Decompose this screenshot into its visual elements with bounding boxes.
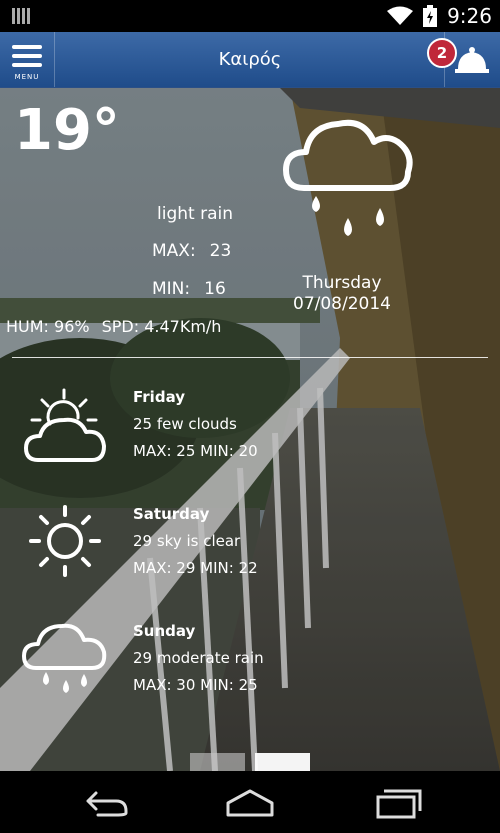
bell-icon: [455, 47, 489, 73]
signal-bars-icon: [12, 8, 30, 24]
navigation-bar: [0, 771, 500, 833]
current-date: 07/08/2014: [293, 294, 391, 314]
forecast-description: 29 moderate rain: [133, 649, 264, 667]
app-bar: MENU Καιρός 2: [0, 32, 500, 88]
humidity-speed: HUM: 96% SPD: 4.47Km/h: [6, 317, 221, 336]
forecast-description: 29 sky is clear: [133, 532, 241, 550]
max-value: 23: [209, 241, 232, 261]
forecast-minmax: MAX: 25 MIN: 20: [133, 442, 258, 460]
forecast-day: Sunday: [133, 622, 196, 640]
forecast-day: Friday: [133, 388, 186, 406]
current-min: MIN: 16: [152, 279, 226, 299]
sun-icon: [29, 505, 101, 577]
page-title: Καιρός: [218, 49, 282, 70]
partly-cloudy-icon: [24, 388, 106, 462]
forecast-item: Friday 25 few clouds MAX: 25 MIN: 20: [0, 388, 500, 498]
current-day: Thursday: [302, 273, 382, 293]
page-dot[interactable]: [190, 753, 245, 771]
wind-speed: SPD: 4.47Km/h: [101, 317, 222, 336]
status-bar: 9:26: [0, 0, 500, 32]
forecast-minmax: MAX: 30 MIN: 25: [133, 676, 258, 694]
humidity: HUM: 96%: [6, 317, 90, 336]
back-icon[interactable]: [74, 785, 134, 821]
clock: 9:26: [447, 4, 492, 28]
forecast-item: Saturday 29 sky is clear MAX: 29 MIN: 22: [0, 505, 500, 615]
current-temperature: 19°: [14, 98, 120, 163]
page-dot-active[interactable]: [255, 753, 310, 771]
current-max: MAX: 23: [152, 241, 231, 261]
menu-label: MENU: [14, 73, 40, 81]
forecast-item: Sunday 29 moderate rain MAX: 30 MIN: 25: [0, 622, 500, 732]
min-value: 16: [204, 279, 226, 299]
recents-icon[interactable]: [366, 785, 426, 821]
page-indicator: [190, 753, 310, 771]
battery-icon: [423, 5, 438, 27]
current-description: light rain: [157, 204, 233, 224]
wifi-icon: [387, 6, 414, 25]
min-label: MIN:: [152, 279, 191, 299]
current-day-date: Thursday 07/08/2014: [272, 273, 412, 315]
forecast-description: 25 few clouds: [133, 415, 237, 433]
max-label: MAX:: [152, 241, 196, 261]
rain-cloud-icon: [22, 623, 107, 693]
home-icon[interactable]: [220, 785, 280, 821]
forecast-minmax: MAX: 29 MIN: 22: [133, 559, 258, 577]
notifications-button[interactable]: 2: [427, 32, 500, 87]
rain-cloud-icon: [283, 119, 413, 236]
divider: [12, 357, 488, 358]
forecast-day: Saturday: [133, 505, 210, 523]
